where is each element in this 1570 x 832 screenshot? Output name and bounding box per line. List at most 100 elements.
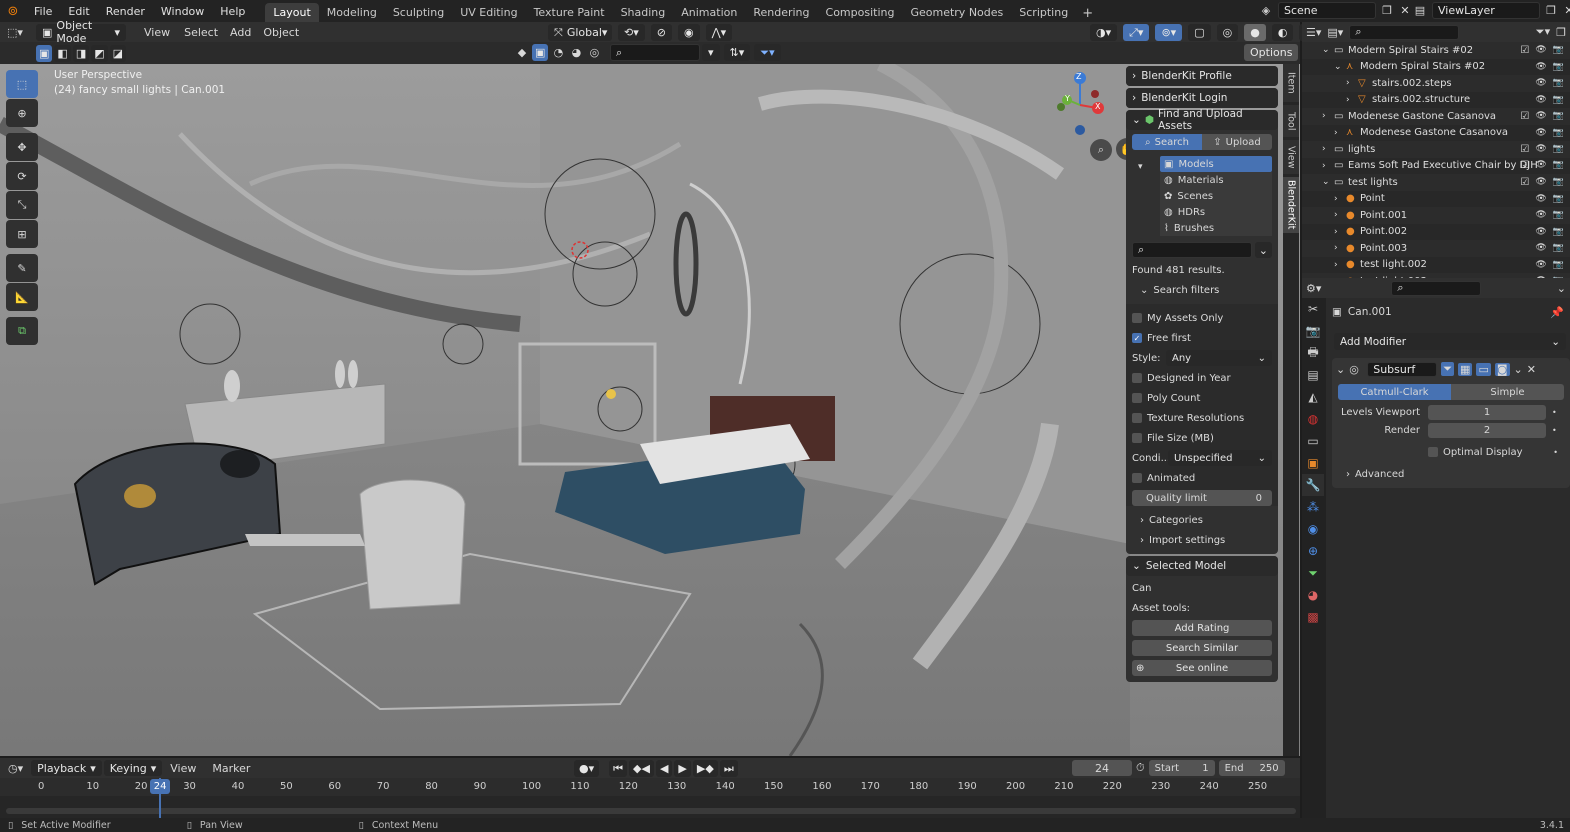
- filter-light-icon[interactable]: ◔: [550, 46, 566, 59]
- tab-layout[interactable]: Layout: [265, 3, 319, 22]
- expand-chevron-icon[interactable]: ⌄: [1322, 45, 1334, 55]
- tab-shading[interactable]: Shading: [613, 3, 674, 22]
- tab-modeling[interactable]: Modeling: [319, 3, 385, 22]
- tab-texture-paint[interactable]: Texture Paint: [526, 3, 613, 22]
- eye-icon[interactable]: 👁: [1535, 177, 1546, 188]
- camera-icon[interactable]: 📷: [1553, 210, 1564, 220]
- asset-list-expand-icon[interactable]: ▾: [1138, 162, 1143, 172]
- expand-chevron-icon[interactable]: ›: [1334, 194, 1346, 204]
- add-cube-tool-icon[interactable]: ⧉: [6, 317, 38, 345]
- asset-type-brushes[interactable]: ⌇ Brushes: [1160, 220, 1272, 236]
- tab-blenderkit[interactable]: BlenderKit: [1283, 177, 1299, 233]
- my-assets-only-checkbox[interactable]: My Assets Only: [1126, 308, 1278, 328]
- render-properties-icon[interactable]: 📷: [1302, 320, 1324, 342]
- menu-edit[interactable]: Edit: [60, 5, 97, 18]
- import-settings-toggle[interactable]: › Import settings: [1126, 530, 1278, 550]
- outliner-row[interactable]: › ▭ Eams Soft Pad Executive Chair by DJH ☑ 👁…: [1302, 158, 1570, 175]
- filter-icon[interactable]: ⏷▾: [1536, 25, 1550, 39]
- expand-chevron-icon[interactable]: ›: [1334, 243, 1346, 253]
- world-properties-icon[interactable]: ◍: [1302, 408, 1324, 430]
- eye-icon[interactable]: 👁: [1535, 45, 1546, 56]
- texture-resolutions-checkbox[interactable]: Texture Resolutions: [1126, 408, 1278, 428]
- end-frame-field[interactable]: End 250: [1218, 760, 1285, 776]
- viewlayer-field[interactable]: ViewLayer: [1432, 2, 1540, 19]
- transform-orientation-dropdown[interactable]: ⤧ Global ▾: [548, 24, 612, 41]
- blenderkit-profile-header[interactable]: › BlenderKit Profile: [1126, 66, 1278, 86]
- copy-scene-icon[interactable]: ❐: [1380, 4, 1394, 17]
- camera-icon[interactable]: 📷: [1553, 144, 1564, 155]
- tab-scripting[interactable]: Scripting: [1011, 3, 1076, 22]
- camera-icon[interactable]: 📷: [1553, 177, 1564, 188]
- scale-tool-icon[interactable]: ⤡: [6, 191, 38, 219]
- collection-properties-icon[interactable]: ▭: [1302, 430, 1324, 452]
- file-size-checkbox[interactable]: File Size (MB): [1126, 428, 1278, 448]
- expand-chevron-icon[interactable]: ›: [1322, 144, 1334, 154]
- new-collection-icon[interactable]: ❐: [1556, 26, 1566, 39]
- close-viewlayer-icon[interactable]: ✕: [1562, 4, 1570, 17]
- expand-chevron-icon[interactable]: ›: [1346, 95, 1358, 105]
- cursor-tool-icon[interactable]: ⊕: [6, 99, 38, 127]
- select-new-icon[interactable]: ▣: [36, 44, 53, 62]
- blenderkit-login-header[interactable]: › BlenderKit Login: [1126, 88, 1278, 108]
- asset-type-hdrs[interactable]: ◍ HDRs: [1160, 204, 1272, 220]
- style-dropdown[interactable]: Any ⌄: [1166, 350, 1272, 366]
- gizmo-icon[interactable]: ⤢▾: [1123, 24, 1150, 41]
- catmull-clark-button[interactable]: Catmull-Clark: [1338, 384, 1451, 400]
- camera-icon[interactable]: 📷: [1553, 95, 1564, 105]
- playhead-frame-label[interactable]: 24: [150, 779, 171, 794]
- tab-compositing[interactable]: Compositing: [818, 3, 903, 22]
- keyframe-dot-icon[interactable]: •: [1553, 448, 1558, 457]
- designed-in-year-checkbox[interactable]: Designed in Year: [1126, 368, 1278, 388]
- eye-icon[interactable]: 👁: [1535, 78, 1546, 88]
- search-similar-button[interactable]: Search Similar: [1132, 640, 1272, 656]
- frame-ruler[interactable]: 0 10 20 30 40 50 60 70 80 90 100 110 120 130 140 150 160…: [0, 778, 1300, 796]
- pivot-icon[interactable]: ⟲▾: [618, 24, 645, 41]
- camera-icon[interactable]: 📷: [1553, 78, 1564, 88]
- falloff-icon[interactable]: ⋀▾: [705, 24, 733, 41]
- select-box-tool-icon[interactable]: ⬚: [6, 70, 38, 98]
- outliner-row[interactable]: › ● Point 👁 📷: [1302, 191, 1570, 208]
- filter-camera-icon[interactable]: ◕: [568, 46, 584, 59]
- play-reverse-icon[interactable]: ◀: [655, 760, 673, 777]
- shading-material-icon[interactable]: ◐: [1271, 24, 1294, 41]
- keyframe-dot-icon[interactable]: •: [1552, 408, 1557, 417]
- select-invert-icon[interactable]: ◩: [91, 44, 108, 62]
- camera-icon[interactable]: 📷: [1553, 227, 1564, 237]
- play-icon[interactable]: ▶: [674, 760, 691, 777]
- select-extend-icon[interactable]: ◧: [54, 44, 71, 62]
- filter-mesh-icon[interactable]: ◆: [514, 46, 530, 59]
- menu-render[interactable]: Render: [98, 5, 153, 18]
- shading-solid-icon[interactable]: ●: [1244, 24, 1266, 41]
- eye-icon[interactable]: 👁: [1535, 128, 1546, 138]
- keying-menu[interactable]: Keying ▾: [103, 760, 163, 776]
- outliner-editor-icon[interactable]: ☰▾: [1306, 26, 1321, 39]
- search-filters-toggle[interactable]: ⌄ Search filters: [1126, 280, 1278, 300]
- modifier-properties-icon[interactable]: 🔧: [1302, 474, 1324, 496]
- record-icon[interactable]: ●▾: [574, 760, 600, 777]
- transform-tool-icon[interactable]: ⊞: [6, 220, 38, 248]
- asset-type-materials[interactable]: ◍ Materials: [1160, 172, 1272, 188]
- menu-help[interactable]: Help: [212, 5, 253, 18]
- expand-chevron-icon[interactable]: ›: [1334, 128, 1346, 138]
- eye-icon[interactable]: 👁: [1535, 160, 1546, 171]
- asset-type-scenes[interactable]: ✿ Scenes: [1160, 188, 1272, 204]
- tab-uv-editing[interactable]: UV Editing: [452, 3, 525, 22]
- scene-icon[interactable]: ◈: [1258, 4, 1274, 17]
- tab-animation[interactable]: Animation: [673, 3, 745, 22]
- keyframe-dot-icon[interactable]: •: [1552, 426, 1557, 435]
- condition-dropdown[interactable]: Unspecified ⌄: [1168, 450, 1272, 466]
- 3d-viewport[interactable]: User Perspective (24) fancy small lights…: [0, 64, 1300, 756]
- navigation-gizmo[interactable]: Z X Y: [1050, 70, 1110, 140]
- constraints-icon[interactable]: ⊕: [1302, 540, 1324, 562]
- levels-viewport-field[interactable]: 1: [1428, 404, 1546, 420]
- camera-icon[interactable]: 📷: [1553, 260, 1564, 270]
- object-properties-icon[interactable]: ▣: [1302, 452, 1324, 474]
- eye-icon[interactable]: 👁: [1535, 144, 1546, 155]
- vp-menu-view[interactable]: View: [136, 26, 178, 39]
- outliner-row[interactable]: ⌄ ▭ Modern Spiral Stairs #02 ☑ 👁 📷: [1302, 42, 1570, 59]
- exclude-checkbox-icon[interactable]: ☑: [1520, 160, 1529, 171]
- expand-chevron-icon[interactable]: ›: [1334, 210, 1346, 220]
- outliner-row[interactable]: › ⋏ Modenese Gastone Casanova 👁 📷: [1302, 125, 1570, 142]
- tab-rendering[interactable]: Rendering: [745, 3, 817, 22]
- chevron-down-icon[interactable]: ⌄: [1336, 363, 1345, 376]
